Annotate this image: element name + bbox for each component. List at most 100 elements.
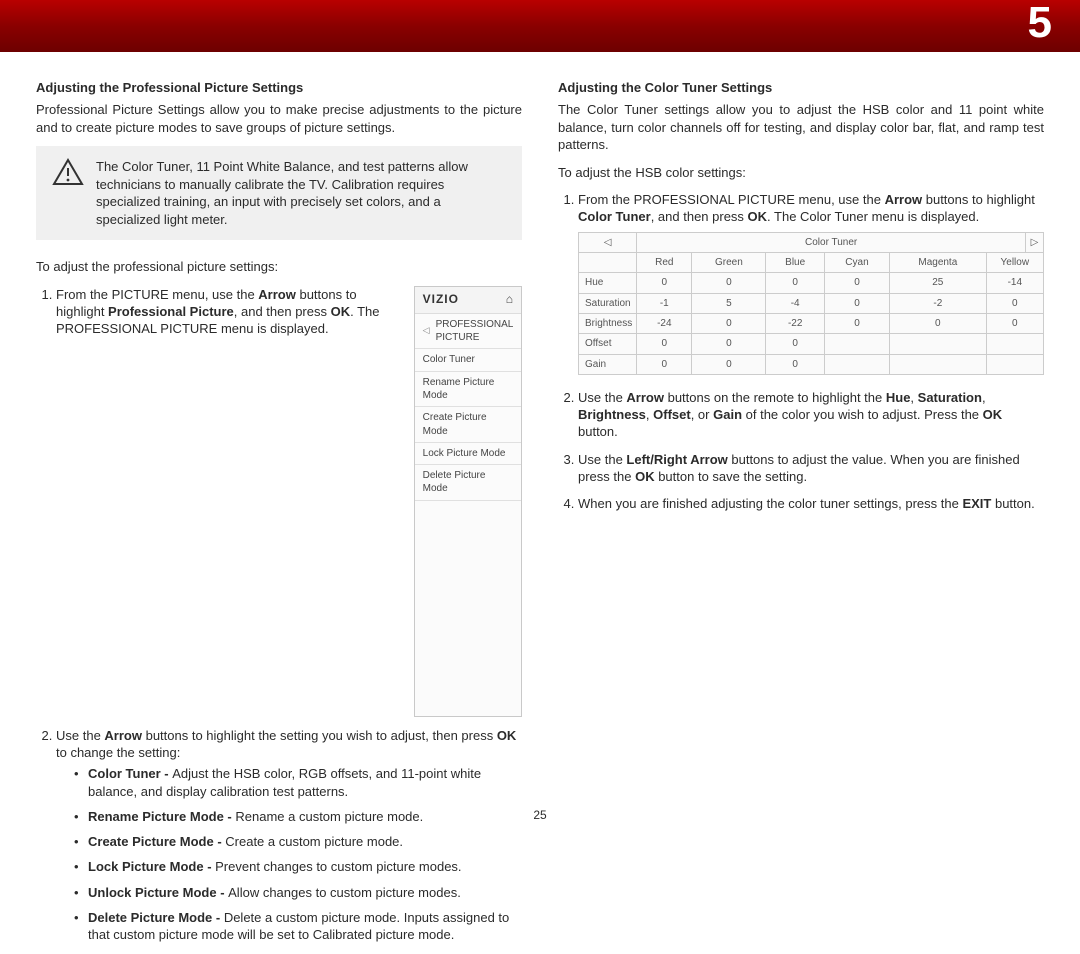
bullet-color-tuner: Color Tuner - Adjust the HSB color, RGB …	[76, 765, 522, 800]
ct-cell	[824, 354, 889, 374]
bold-ok: OK	[748, 209, 768, 224]
text: ,	[982, 390, 986, 405]
chapter-number: 5	[1028, 0, 1052, 48]
left-steps: From the PICTURE menu, use the Arrow but…	[38, 286, 522, 944]
text: button to save the setting.	[655, 469, 808, 484]
page-root: 5 Adjusting the Professional Picture Set…	[0, 0, 1080, 834]
ct-cell: 0	[766, 273, 824, 293]
bold-lrarrow: Left/Right Arrow	[626, 452, 727, 467]
menu-header: VIZIO ⌂	[415, 287, 521, 314]
ct-cell: 0	[637, 334, 692, 354]
bold-arrow: Arrow	[626, 390, 664, 405]
ct-row-gain: Gain 0 0 0	[579, 354, 1044, 374]
ct-cell: 25	[890, 273, 987, 293]
bold-ok: OK	[635, 469, 655, 484]
ct-cell: 0	[692, 273, 766, 293]
text: to change the setting:	[56, 745, 180, 760]
ct-cell: 0	[986, 313, 1043, 333]
left-bullets: Color Tuner - Adjust the HSB color, RGB …	[62, 765, 522, 943]
menu-title: PROFESSIONAL PICTURE	[436, 318, 513, 345]
text: Create a custom picture mode.	[225, 834, 403, 849]
text: Prevent changes to custom picture modes.	[215, 859, 461, 874]
text: From the PICTURE menu, use the	[56, 287, 258, 302]
ct-cell: 0	[824, 273, 889, 293]
ct-cell: 0	[890, 313, 987, 333]
ct-cell	[890, 334, 987, 354]
bold-brightness: Brightness	[578, 407, 646, 422]
color-tuner-table: ◁ Color Tuner ▷ Red Green Blue Cyan Mage…	[578, 232, 1044, 375]
ct-cell: 0	[692, 313, 766, 333]
notice-text: The Color Tuner, 11 Point White Balance,…	[96, 158, 508, 228]
left-step-2: Use the Arrow buttons to highlight the s…	[56, 727, 522, 944]
home-icon: ⌂	[506, 292, 513, 308]
ct-row-hue: Hue 0 0 0 0 25 -14	[579, 273, 1044, 293]
ct-cell: 0	[824, 313, 889, 333]
bold-arrow: Arrow	[885, 192, 923, 207]
bullet-delete: Delete Picture Mode - Delete a custom pi…	[76, 909, 522, 944]
text: buttons on the remote to highlight the	[664, 390, 886, 405]
text: From the PROFESSIONAL PICTURE menu, use …	[578, 192, 885, 207]
left-heading: Adjusting the Professional Picture Setti…	[36, 80, 522, 95]
ct-col: Magenta	[890, 253, 987, 273]
text: button.	[578, 424, 618, 439]
right-step-4: When you are finished adjusting the colo…	[578, 495, 1044, 512]
back-icon: ◁	[423, 325, 430, 337]
ct-cell: -4	[766, 293, 824, 313]
ct-cell: -24	[637, 313, 692, 333]
text: Use the	[578, 452, 626, 467]
right-step-3: Use the Left/Right Arrow buttons to adju…	[578, 451, 1044, 486]
bold: Delete Picture Mode -	[88, 910, 224, 925]
bold: Lock Picture Mode -	[88, 859, 215, 874]
ct-cell: 0	[637, 354, 692, 374]
bold-exit: EXIT	[962, 496, 991, 511]
right-column: Adjusting the Color Tuner Settings The C…	[558, 80, 1044, 954]
right-steps: From the PROFESSIONAL PICTURE menu, use …	[560, 191, 1044, 512]
bold-ok: OK	[331, 304, 351, 319]
ct-cell: 0	[986, 293, 1043, 313]
text: . The Color Tuner menu is displayed.	[767, 209, 979, 224]
menu-item: Color Tuner	[415, 349, 521, 371]
ct-cell: -1	[637, 293, 692, 313]
bullet-lock: Lock Picture Mode - Prevent changes to c…	[76, 858, 522, 875]
text: button.	[991, 496, 1034, 511]
bold-arrow: Arrow	[258, 287, 296, 302]
text: , and then press	[234, 304, 331, 319]
bold: Unlock Picture Mode -	[88, 885, 228, 900]
ct-row-offset: Offset 0 0 0	[579, 334, 1044, 354]
text: , and then press	[651, 209, 748, 224]
vizio-logo: VIZIO	[423, 292, 459, 308]
ct-cell: -22	[766, 313, 824, 333]
ct-cell: -2	[890, 293, 987, 313]
professional-picture-menu: VIZIO ⌂ ◁ PROFESSIONAL PICTURE Color Tun…	[414, 286, 522, 717]
ct-right-arrow: ▷	[1026, 232, 1044, 252]
right-step-2: Use the Arrow buttons on the remote to h…	[578, 389, 1044, 441]
menu-blank	[415, 501, 521, 716]
left-step-1: From the PICTURE menu, use the Arrow but…	[56, 286, 522, 717]
ct-row-saturation: Saturation -1 5 -4 0 -2 0	[579, 293, 1044, 313]
bold: Color Tuner -	[88, 766, 172, 781]
ct-cell: 5	[692, 293, 766, 313]
menu-item: Delete Picture Mode	[415, 465, 521, 501]
ct-cell: 0	[692, 334, 766, 354]
ct-row-label: Gain	[579, 354, 637, 374]
chapter-band: 5	[0, 0, 1080, 52]
text: Use the	[56, 728, 104, 743]
menu-item: Lock Picture Mode	[415, 443, 521, 465]
left-column: Adjusting the Professional Picture Setti…	[36, 80, 522, 954]
warning-icon	[52, 158, 84, 189]
ct-title: Color Tuner	[637, 232, 1026, 252]
bold: Create Picture Mode -	[88, 834, 225, 849]
ct-cell	[890, 354, 987, 374]
menu-item: Create Picture Mode	[415, 407, 521, 443]
ct-cell: 0	[766, 354, 824, 374]
page-number: 25	[0, 808, 1080, 822]
bold-color-tuner: Color Tuner	[578, 209, 651, 224]
ct-col: Cyan	[824, 253, 889, 273]
ct-cell: 0	[766, 334, 824, 354]
ct-cell: 0	[692, 354, 766, 374]
bold-ok: OK	[497, 728, 517, 743]
ct-col: Green	[692, 253, 766, 273]
bold-gain: Gain	[713, 407, 742, 422]
ct-row-brightness: Brightness -24 0 -22 0 0 0	[579, 313, 1044, 333]
ct-row-label: Hue	[579, 273, 637, 293]
